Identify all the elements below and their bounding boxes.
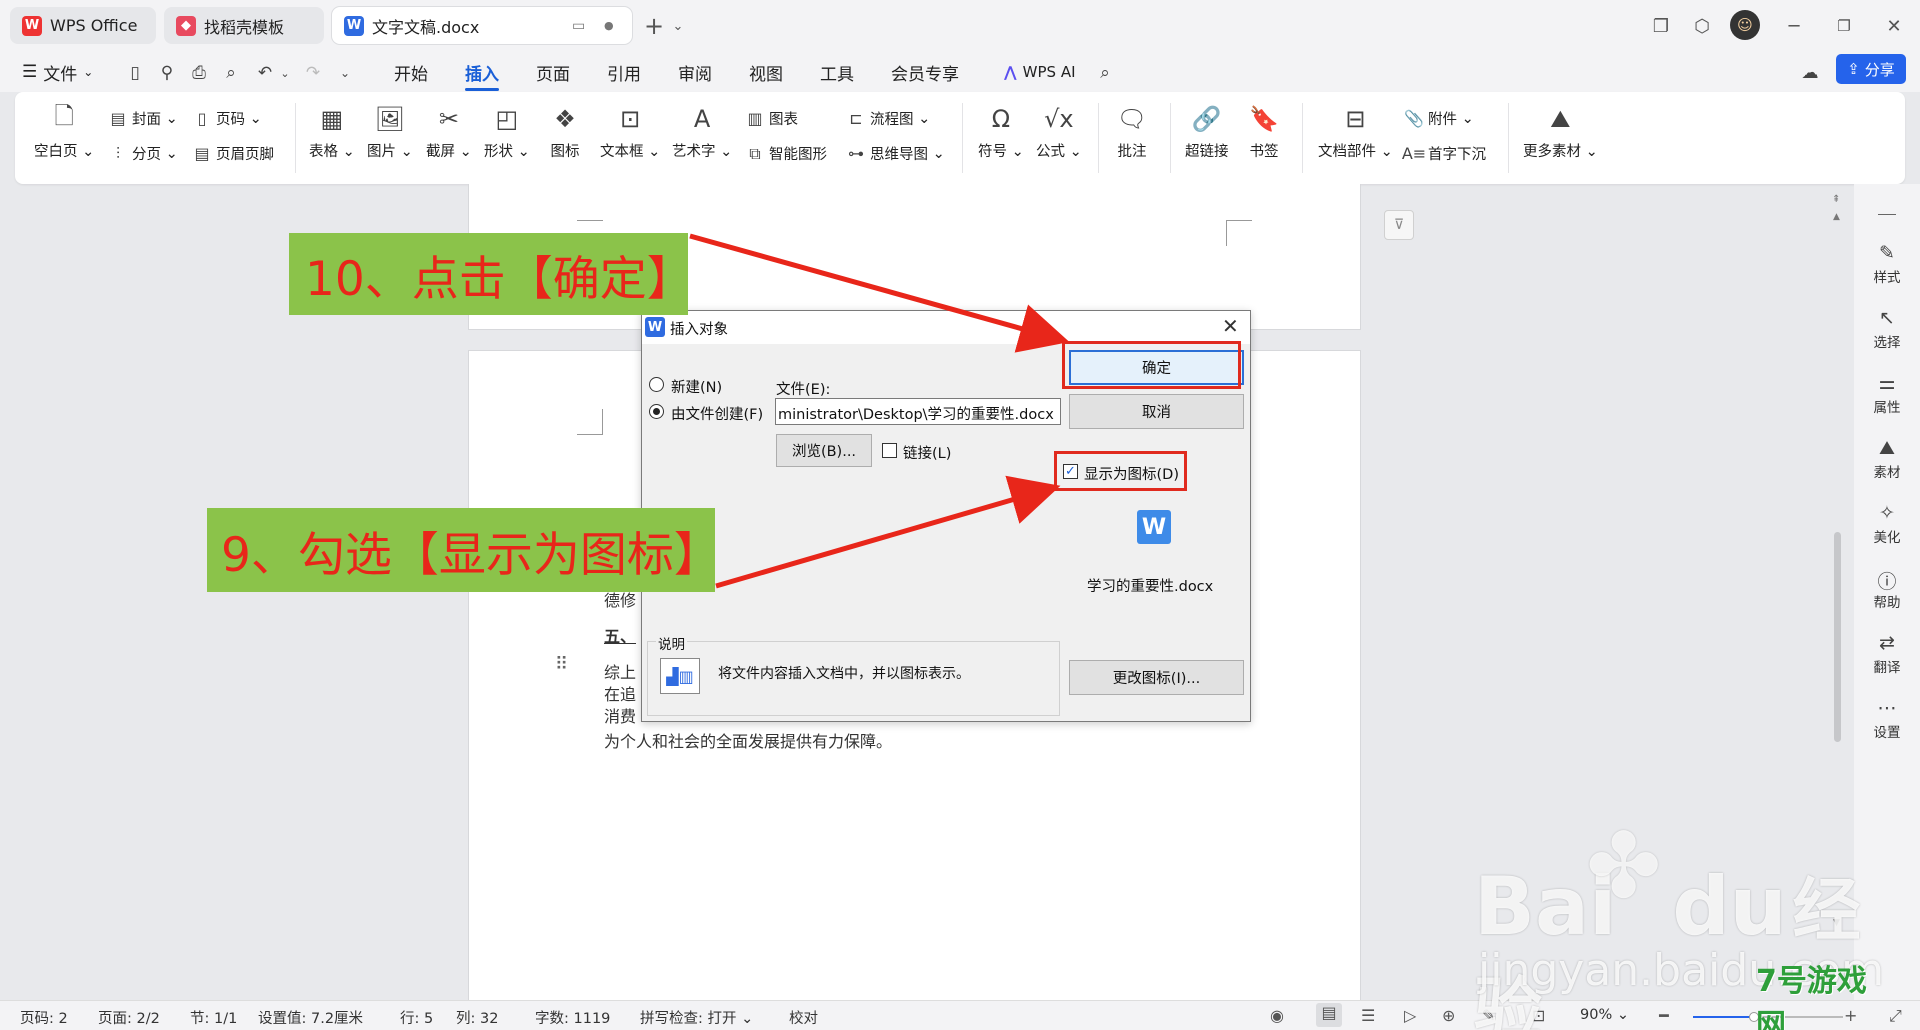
arrow-to-ok xyxy=(689,233,1070,353)
sliders-icon: ⚌ xyxy=(1878,372,1896,394)
status-page-code[interactable]: 页码: 2 xyxy=(20,1007,68,1028)
status-section[interactable]: 节: 1/1 xyxy=(190,1007,237,1028)
site-logo-text: 7号游戏网 xyxy=(1756,964,1867,1030)
web-view-icon[interactable]: ⊕ xyxy=(1442,1006,1455,1025)
status-word-count[interactable]: 字数: 1119 xyxy=(535,1007,610,1028)
pen-icon: ✎ xyxy=(1879,242,1895,264)
status-page[interactable]: 页面: 2/2 xyxy=(98,1007,160,1028)
sidebar-settings[interactable]: ⋯ 设置 xyxy=(1854,697,1920,741)
status-proofread[interactable]: 校对 xyxy=(789,1007,818,1028)
sidebar-styles[interactable]: ✎ 样式 xyxy=(1854,242,1920,286)
sidebar-label: 样式 xyxy=(1873,270,1901,286)
sidebar-label: 设置 xyxy=(1873,725,1901,741)
materials-icon: ⛰ xyxy=(1879,437,1895,459)
status-col[interactable]: 列: 32 xyxy=(456,1007,498,1028)
sidebar-label: 帮助 xyxy=(1873,595,1901,611)
status-setting[interactable]: 设置值: 7.2厘米 xyxy=(258,1007,363,1028)
sidebar-translate[interactable]: ⇄ 翻译 xyxy=(1854,632,1920,676)
site-logo: 7号游戏网 xyxy=(1756,950,1886,1030)
status-spell-check[interactable]: 拼写检查: 打开 ⌄ xyxy=(640,1007,753,1028)
help-icon: ⓘ xyxy=(1877,571,1897,593)
arrow-to-checkbox xyxy=(715,475,1061,589)
page-view-icon[interactable]: ▤ xyxy=(1316,1003,1342,1027)
collapse-line-icon[interactable] xyxy=(1878,214,1896,215)
sidebar-label: 素材 xyxy=(1873,465,1901,481)
step9-callout: 9、勾选【显示为图标】 xyxy=(207,508,721,592)
sidebar-label: 属性 xyxy=(1873,400,1901,416)
sidebar-materials[interactable]: ⛰ 素材 xyxy=(1854,437,1920,481)
sidebar-beautify[interactable]: ✧ 美化 xyxy=(1854,502,1920,546)
more-dots-icon: ⋯ xyxy=(1877,697,1897,719)
sidebar-label: 美化 xyxy=(1873,530,1901,546)
sidebar-properties[interactable]: ⚌ 属性 xyxy=(1854,372,1920,416)
sidebar-label: 选择 xyxy=(1873,335,1901,351)
sidebar-help[interactable]: ⓘ 帮助 xyxy=(1854,567,1920,611)
sidebar-select[interactable]: ↖ 选择 xyxy=(1854,307,1920,351)
sidebar-label: 翻译 xyxy=(1873,660,1901,676)
cursor-icon: ↖ xyxy=(1879,307,1895,329)
watermark-du: du xyxy=(1672,860,1787,953)
spell-label: 拼写检查: 打开 xyxy=(640,1011,737,1027)
step10-callout: 10、点击【确定】 xyxy=(289,233,694,315)
magic-wand-icon: ✧ xyxy=(1879,502,1895,524)
translate-icon: ⇄ xyxy=(1879,632,1895,654)
baidu-paw-icon: ✤ xyxy=(1586,814,1662,919)
status-row[interactable]: 行: 5 xyxy=(400,1007,433,1028)
outline-view-icon[interactable]: ☰ xyxy=(1361,1006,1375,1025)
eye-icon[interactable]: ◉ xyxy=(1270,1006,1284,1025)
play-icon[interactable]: ▷ xyxy=(1404,1006,1416,1025)
